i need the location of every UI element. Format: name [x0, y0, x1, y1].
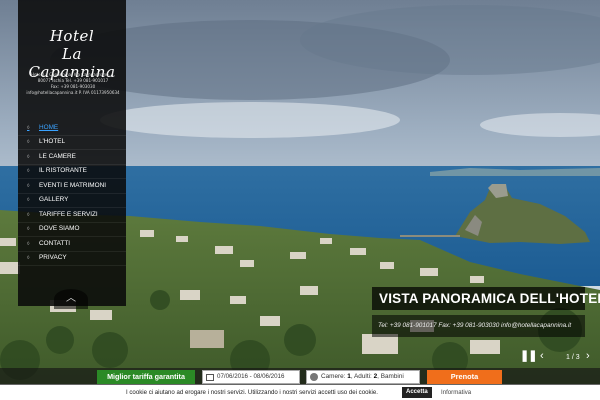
slide-counter: 1 / 3 — [566, 354, 580, 361]
guests-rooms-field[interactable]: Camere: 1, Adulti: 2, Bambini — [306, 370, 420, 384]
slide-subtitle: Tel: +39 081-901017 Fax: +39 081-903030 … — [372, 315, 585, 337]
chevron-right-icon[interactable]: › — [586, 350, 590, 362]
menu-item-label: L'HOTEL — [39, 138, 66, 145]
book-button[interactable]: Prenota — [427, 370, 502, 384]
diamond-bullet-icon: ◊ — [27, 255, 30, 261]
pause-icon[interactable]: ❚❚ — [520, 350, 537, 362]
chevron-up-icon[interactable]: ︿ — [54, 289, 88, 309]
menu-item-label: GALLERY — [39, 196, 69, 203]
menu-item-label: LE CAMERE — [39, 152, 76, 160]
main-menu: ◊ HOME ◊ L'HOTEL ◊ LE CAMERE ◊ IL RISTORANTE… — [18, 121, 126, 266]
diamond-bullet-icon: ◊ — [27, 182, 30, 189]
diamond-bullet-icon: ◊ — [27, 124, 30, 131]
rooms-label: Camere: — [321, 373, 348, 380]
menu-item-label: EVENTI E MATRIMONI — [39, 181, 106, 189]
menu-item-location[interactable]: ◊ DOVE SIAMO — [18, 223, 126, 237]
adults-label: , Adulti: — [350, 373, 374, 380]
best-rate-button[interactable]: Miglior tariffa garantita — [97, 370, 195, 384]
menu-item-gallery[interactable]: ◊ GALLERY — [18, 194, 126, 208]
menu-item-home[interactable]: ◊ HOME — [18, 121, 126, 136]
slide-caption: VISTA PANORAMICA DELL'HOTEL Tel: +39 081… — [372, 287, 600, 337]
sidebar: Hotel La Capannina Hotel La Capannina, V… — [18, 0, 126, 306]
menu-item-label: TARIFFE E SERVIZI — [39, 210, 98, 218]
menu-item-rooms[interactable]: ◊ LE CAMERE — [18, 150, 126, 165]
menu-item-restaurant[interactable]: ◊ IL RISTORANTE — [18, 165, 126, 179]
cookie-banner: I cookie ci aiutano ad erogare i nostri … — [0, 385, 600, 400]
diamond-bullet-icon: ◊ — [27, 211, 30, 218]
cookie-text: I cookie ci aiutano ad erogare i nostri … — [126, 389, 378, 396]
menu-item-rates[interactable]: ◊ TARIFFE E SERVIZI — [18, 208, 126, 223]
booking-bar — [0, 368, 600, 385]
menu-item-label: IL RISTORANTE — [39, 167, 87, 174]
diamond-bullet-icon: ◊ — [27, 168, 30, 174]
diamond-bullet-icon: ◊ — [27, 240, 30, 247]
menu-item-label: CONTATTI — [39, 239, 71, 247]
menu-item-hotel[interactable]: ◊ L'HOTEL — [18, 136, 126, 150]
logo-line-1: Hotel — [49, 27, 95, 45]
cookie-info-link[interactable]: Informativa — [441, 385, 471, 400]
menu-item-contacts[interactable]: ◊ CONTATTI — [18, 237, 126, 252]
kids-label: , Bambini — [377, 373, 404, 380]
slide-title: VISTA PANORAMICA DELL'HOTEL — [372, 287, 600, 310]
calendar-icon — [206, 374, 214, 381]
diamond-bullet-icon: ◊ — [27, 153, 30, 160]
menu-item-label: DOVE SIAMO — [39, 225, 80, 232]
hotel-address: Hotel La Capannina, Via Campagnano, 4, 8… — [24, 72, 122, 96]
menu-item-events[interactable]: ◊ EVENTI E MATRIMONI — [18, 179, 126, 194]
diamond-bullet-icon: ◊ — [27, 226, 30, 232]
cookie-accept-button[interactable]: Accetta — [402, 387, 432, 398]
menu-item-label: PRIVACY — [39, 254, 67, 261]
menu-item-label: HOME — [39, 123, 59, 131]
date-range-value: 07/06/2016 - 08/06/2016 — [217, 373, 285, 380]
diamond-bullet-icon: ◊ — [27, 197, 30, 203]
date-range-field[interactable]: 07/06/2016 - 08/06/2016 — [202, 370, 300, 384]
page: Hotel La Capannina Hotel La Capannina, V… — [0, 0, 600, 400]
chevron-left-icon[interactable]: ‹ — [540, 350, 544, 362]
address-line: info@hotellacapannina.it P. IVA 01173950… — [26, 90, 120, 95]
user-icon — [310, 373, 318, 381]
menu-item-privacy[interactable]: ◊ PRIVACY — [18, 252, 126, 266]
diamond-bullet-icon: ◊ — [27, 139, 30, 145]
